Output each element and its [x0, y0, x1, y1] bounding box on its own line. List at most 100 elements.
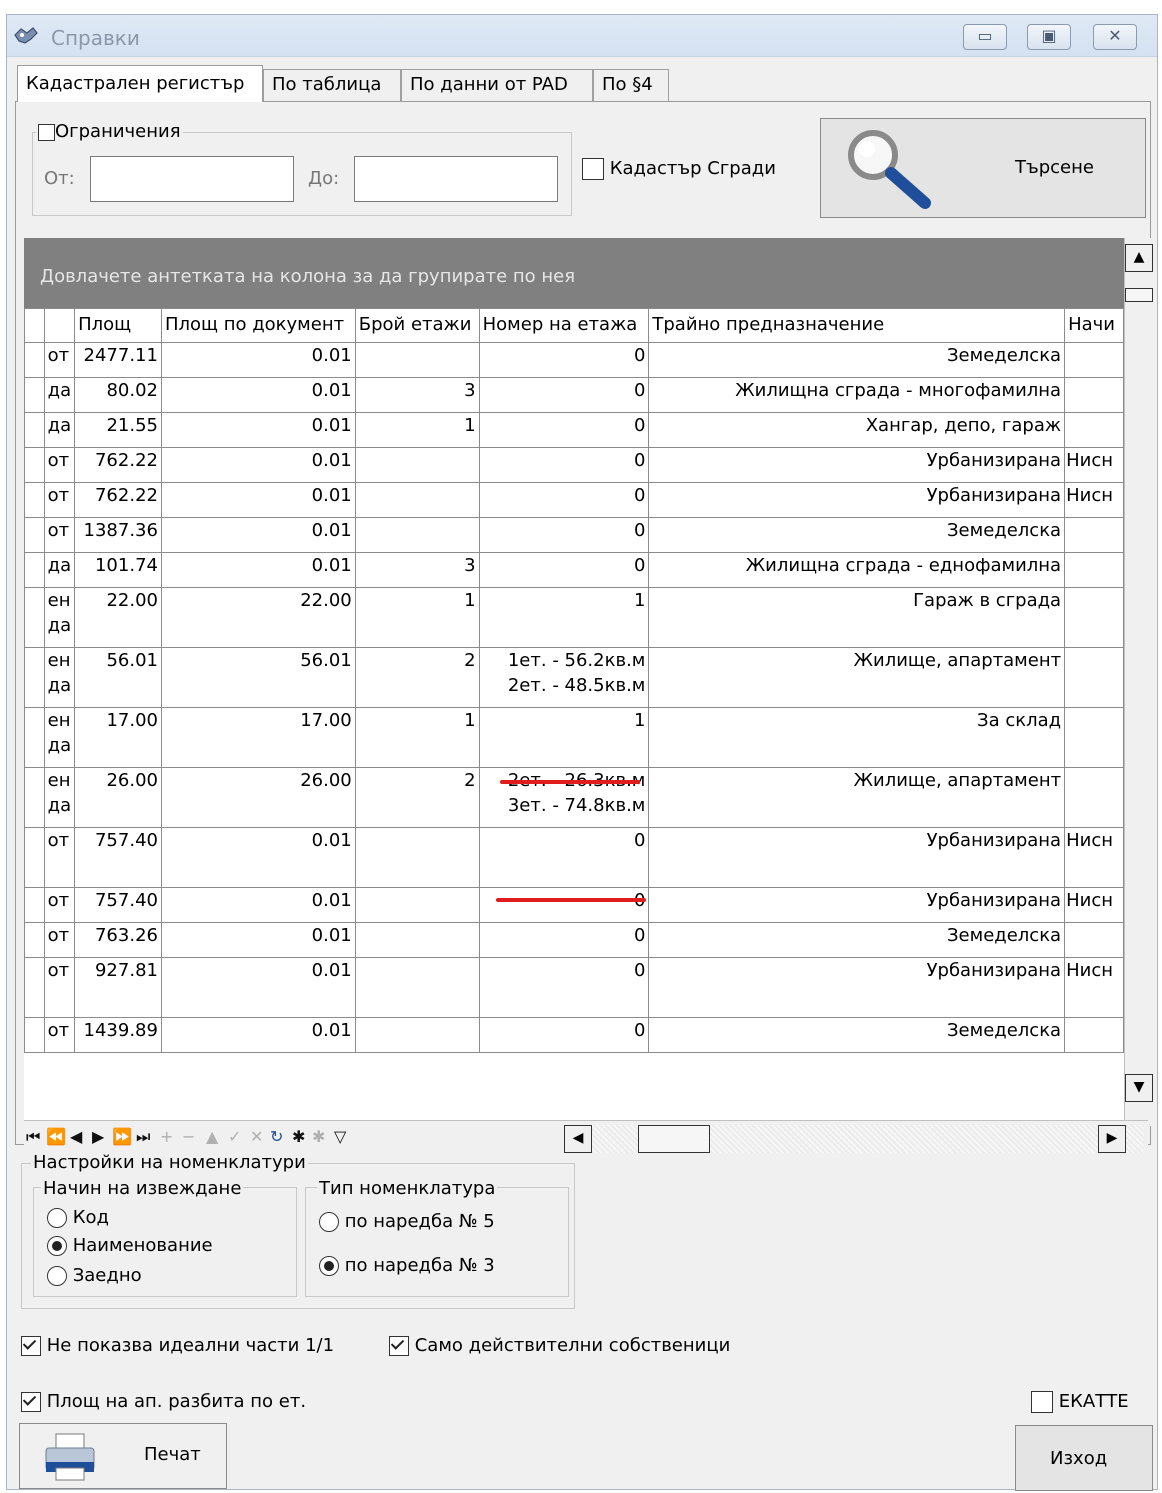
cell-purpose[interactable]: Урбанизирана	[648, 447, 1066, 483]
cell-floor-count[interactable]	[354, 342, 480, 378]
cancel-record-icon[interactable]: ✕	[250, 1127, 263, 1146]
scroll-right-button[interactable]: ▶	[1098, 1125, 1126, 1153]
cell-area-doc[interactable]: 0.01	[160, 517, 356, 553]
row-selector[interactable]	[24, 827, 45, 888]
cell-method[interactable]	[1064, 342, 1124, 378]
cell-method[interactable]: Нисн	[1064, 827, 1124, 888]
cell-purpose[interactable]: Земеделска	[648, 922, 1066, 958]
cell-method[interactable]: Нисн	[1064, 957, 1124, 1018]
row-selector[interactable]	[24, 447, 45, 483]
table-row[interactable]: ен да 56.01 56.01 2 1ет. - 56.2кв.м 2ет. - 48.…	[24, 647, 1124, 708]
cell-area[interactable]: 22.00	[74, 587, 162, 648]
cell-area[interactable]: 1387.36	[74, 517, 162, 553]
cell-area-doc[interactable]: 0.01	[160, 412, 356, 448]
cell-area[interactable]: 757.40	[74, 887, 162, 923]
type-option-5[interactable]: по наредба № 5	[319, 1211, 495, 1232]
cell-purpose[interactable]: Жилищна сграда - многофамилна	[648, 377, 1066, 413]
ideal-parts-checkbox[interactable]	[21, 1336, 41, 1356]
row-selector[interactable]	[24, 482, 45, 518]
cell-method[interactable]: Нисн	[1064, 447, 1124, 483]
cell-area[interactable]: 763.26	[74, 922, 162, 958]
cell-purpose[interactable]: За склад	[648, 707, 1066, 768]
cell-area[interactable]: 26.00	[74, 767, 162, 828]
mode-option-name[interactable]: Наименование	[47, 1235, 213, 1256]
cell-floor-count[interactable]	[354, 1017, 480, 1053]
cell-area[interactable]: 80.02	[74, 377, 162, 413]
cell-area-doc[interactable]: 0.01	[160, 482, 356, 518]
table-row[interactable]: да 80.02 0.01 3 0 Жилищна сграда - многофамил…	[24, 377, 1124, 413]
row-selector[interactable]	[24, 377, 45, 413]
cell-method[interactable]	[1064, 517, 1124, 553]
row-selector[interactable]	[24, 767, 45, 828]
prev-page-icon[interactable]: ⏪	[46, 1127, 66, 1146]
cell-indicator[interactable]: от	[43, 447, 76, 483]
close-button[interactable]: ✕	[1093, 24, 1137, 50]
cell-area[interactable]: 1439.89	[74, 1017, 162, 1053]
cell-area[interactable]: 762.22	[74, 482, 162, 518]
mode-radio-name[interactable]	[47, 1236, 67, 1256]
cell-indicator[interactable]: ен да	[43, 767, 76, 828]
header-col-floor-count[interactable]: Брой етажи	[354, 308, 480, 343]
cell-floor-number[interactable]: 0	[478, 517, 650, 553]
cell-area-doc[interactable]: 0.01	[160, 957, 356, 1018]
filter-icon[interactable]: ▽	[334, 1127, 346, 1146]
cell-floor-number[interactable]: 0	[478, 342, 650, 378]
table-row[interactable]: от 763.26 0.01 0 Земеделска	[24, 922, 1124, 958]
real-owners-checkbox[interactable]	[389, 1336, 409, 1356]
cell-floor-count[interactable]	[354, 957, 480, 1018]
ekatte-option[interactable]: ЕКАТТЕ	[1031, 1391, 1129, 1413]
cell-indicator[interactable]: от	[43, 827, 76, 888]
cell-purpose[interactable]: Земеделска	[648, 1017, 1066, 1053]
cell-area[interactable]: 101.74	[74, 552, 162, 588]
cell-area-doc[interactable]: 0.01	[160, 377, 356, 413]
cell-floor-number[interactable]: 0	[478, 827, 650, 888]
cell-method[interactable]	[1064, 1017, 1124, 1053]
row-selector[interactable]	[24, 707, 45, 768]
mode-option-both[interactable]: Заедно	[47, 1265, 142, 1286]
cell-area-doc[interactable]: 26.00	[160, 767, 356, 828]
tab-by-table[interactable]: По таблица	[263, 69, 401, 101]
cell-floor-count[interactable]: 2	[354, 767, 480, 828]
cell-purpose[interactable]: Гараж в сграда	[648, 587, 1066, 648]
cell-floor-number[interactable]: 1	[478, 707, 650, 768]
refresh-icon[interactable]: ↻	[270, 1127, 283, 1146]
cell-floor-number[interactable]: 0	[478, 412, 650, 448]
cell-method[interactable]	[1064, 707, 1124, 768]
table-row[interactable]: ен да 17.00 17.00 1 1 За склад	[24, 707, 1124, 768]
table-row[interactable]: да 21.55 0.01 1 0 Хангар, депо, гараж	[24, 412, 1124, 448]
type-option-3[interactable]: по наредба № 3	[319, 1255, 495, 1276]
type-radio-5[interactable]	[319, 1212, 339, 1232]
cell-indicator[interactable]: от	[43, 887, 76, 923]
tab-cadastral-register[interactable]: Кадастрален регистър	[17, 65, 263, 102]
cell-floor-count[interactable]: 1	[354, 587, 480, 648]
cell-area[interactable]: 2477.11	[74, 342, 162, 378]
mode-radio-code[interactable]	[47, 1208, 67, 1228]
cell-floor-count[interactable]	[354, 482, 480, 518]
scroll-left-button[interactable]: ◀	[564, 1125, 592, 1153]
cell-indicator[interactable]: от	[43, 482, 76, 518]
cell-area[interactable]: 21.55	[74, 412, 162, 448]
area-by-floor-option[interactable]: Площ на ап. разбита по ет.	[21, 1391, 306, 1412]
cell-floor-count[interactable]: 3	[354, 377, 480, 413]
cell-purpose[interactable]: Урбанизирана	[648, 957, 1066, 1018]
results-grid[interactable]: Площ Площ по документ Брой етажи Номер н…	[24, 308, 1124, 1126]
cell-floor-count[interactable]	[354, 517, 480, 553]
cell-floor-count[interactable]	[354, 447, 480, 483]
cell-method[interactable]	[1064, 587, 1124, 648]
table-row[interactable]: от 762.22 0.01 0 Урбанизирана Нисн	[24, 482, 1124, 518]
first-record-icon[interactable]: ⏮	[26, 1127, 40, 1147]
ideal-parts-option[interactable]: Не показва идеални части 1/1	[21, 1335, 334, 1356]
cell-floor-count[interactable]	[354, 827, 480, 888]
kadastar-option[interactable]: Кадастър Сгради	[582, 158, 776, 180]
to-input[interactable]	[354, 156, 558, 202]
cell-indicator[interactable]: от	[43, 922, 76, 958]
header-col-area[interactable]: Площ	[74, 308, 162, 343]
cell-floor-number[interactable]: 0	[478, 922, 650, 958]
cell-indicator[interactable]: ен да	[43, 647, 76, 708]
cell-method[interactable]	[1064, 647, 1124, 708]
row-selector[interactable]	[24, 412, 45, 448]
row-selector[interactable]	[24, 922, 45, 958]
cell-method[interactable]: Нисн	[1064, 482, 1124, 518]
cell-purpose[interactable]: Земеделска	[648, 342, 1066, 378]
cell-method[interactable]	[1064, 412, 1124, 448]
